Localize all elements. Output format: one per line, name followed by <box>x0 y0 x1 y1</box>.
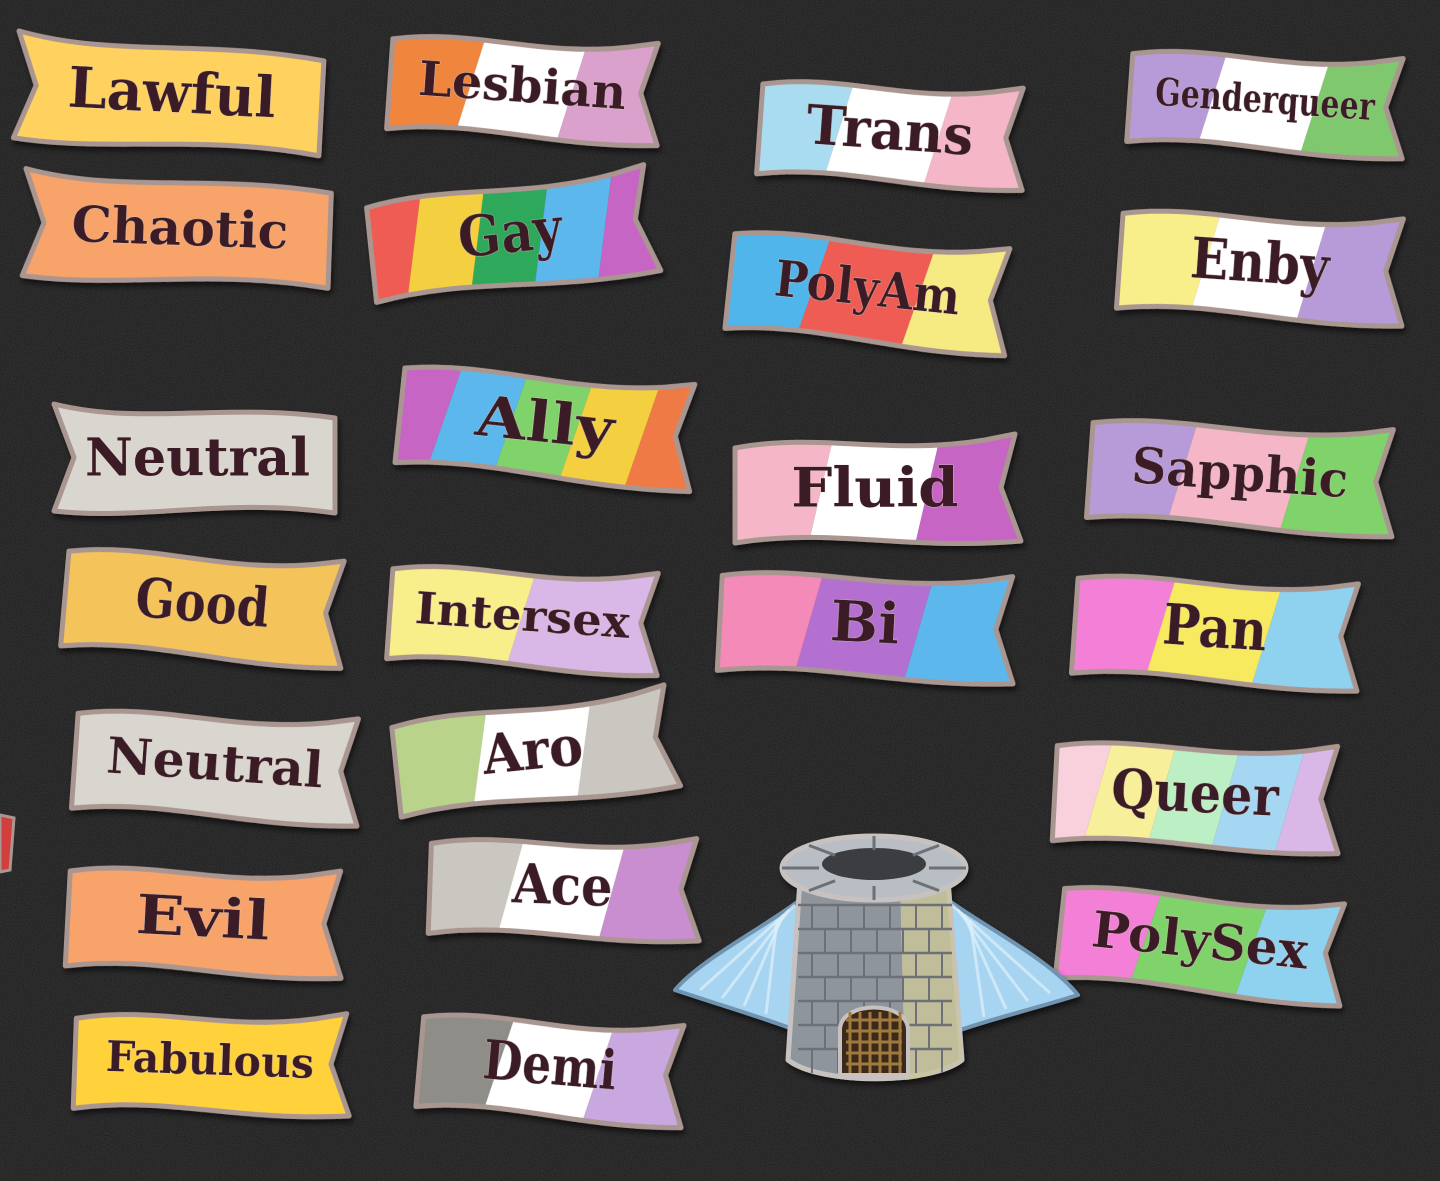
banner-label: Trans <box>804 92 975 168</box>
banner-pin-trans: Trans <box>754 70 1030 193</box>
banner-pin-enby: Enby <box>1113 199 1410 329</box>
banner-pin-fluid: Fluid <box>732 431 1024 547</box>
banner-pin-queer: Queer <box>1049 731 1344 857</box>
banner-pin-pan: Pan <box>1068 564 1365 694</box>
banner-label: Chaotic <box>71 194 290 261</box>
banner-label: Aro <box>478 713 586 787</box>
stripe <box>1052 731 1122 857</box>
stripe <box>1268 731 1344 857</box>
tower-pin <box>673 833 1080 1082</box>
banner-pin-intersex: Intersex <box>384 554 665 679</box>
banner-pin-neutral: Neutral <box>51 401 338 517</box>
banner-pin-lesbian: Lesbian <box>384 24 665 149</box>
banner-label: Pan <box>1161 592 1270 665</box>
banner-pin-sapphic: Sapphic <box>1083 408 1400 540</box>
banner-pin-bi: Bi <box>714 561 1019 687</box>
banner-label: Neutral <box>85 428 310 489</box>
banner-pin-evil: Evil <box>62 857 347 982</box>
banner-label: Fluid <box>791 455 958 519</box>
banner-label: Evil <box>134 882 271 953</box>
banner-pin-fabulous: Fabulous <box>70 1004 353 1120</box>
banner-pin-chaotic: Chaotic <box>19 166 334 291</box>
banner-pin-genderqueer: Genderqueer <box>1124 39 1410 162</box>
banner-label: Fabulous <box>105 1032 315 1088</box>
banner-pin-gay: Gay <box>364 162 664 305</box>
banner-label: Bi <box>829 588 902 658</box>
banner-pin-polyam: PolyAm <box>722 219 1016 359</box>
banner-pin-aro: Aro <box>389 682 684 820</box>
banner-label: Queer <box>1110 756 1281 829</box>
banner-label: Enby <box>1188 225 1332 301</box>
tower-opening <box>822 848 926 880</box>
partial-pin-edge <box>0 813 16 874</box>
pins-layer: Lawful Lesbian Trans Genderqueer Chaotic Gay P… <box>0 24 1410 1131</box>
banner-label: Demi <box>481 1027 620 1102</box>
banner-label: Ace <box>510 851 614 918</box>
banner-pin-ally: Ally <box>392 354 701 495</box>
banner-pin-neutral: Neutral <box>68 699 365 829</box>
banner-label: Lawful <box>66 55 277 132</box>
banner-label: Gay <box>455 195 567 272</box>
banner-label: Good <box>133 565 272 640</box>
banner-pin-ace: Ace <box>425 829 703 945</box>
banner-pin-good: Good <box>58 537 351 671</box>
pin-display: Lawful Lesbian Trans Genderqueer Chaotic Gay P… <box>0 0 1440 1181</box>
banner-pin-lawful: Lawful <box>10 28 327 159</box>
